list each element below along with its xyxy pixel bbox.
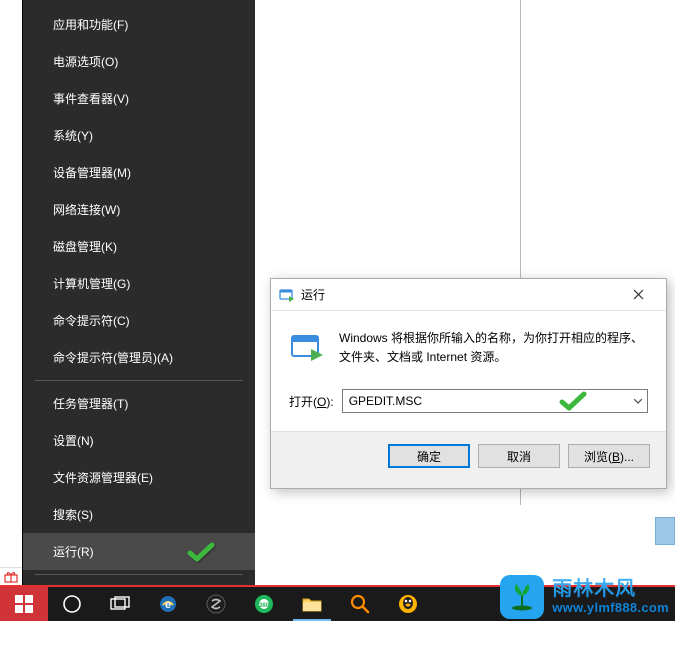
watermark-icon <box>500 575 544 619</box>
dialog-body: Windows 将根据你所输入的名称，为你打开相应的程序、文件夹、文档或 Int… <box>271 311 666 389</box>
menu-item-command-prompt[interactable]: 命令提示符(C) <box>23 302 255 339</box>
dialog-description: Windows 将根据你所输入的名称，为你打开相应的程序、文件夹、文档或 Int… <box>339 329 648 367</box>
dialog-title: 运行 <box>301 286 618 303</box>
menu-label: 设备管理器(M) <box>53 166 131 180</box>
winx-context-menu: 应用和功能(F) 电源选项(O) 事件查看器(V) 系统(Y) 设备管理器(M)… <box>22 0 255 585</box>
svg-text:e: e <box>165 599 171 611</box>
menu-item-device-manager[interactable]: 设备管理器(M) <box>23 154 255 191</box>
green-check-icon <box>187 542 215 562</box>
taskbar-pin-everything[interactable] <box>336 587 384 621</box>
menu-label: 系统(Y) <box>53 129 93 143</box>
menu-item-disk-management[interactable]: 磁盘管理(K) <box>23 228 255 265</box>
menu-item-task-manager[interactable]: 任务管理器(T) <box>23 385 255 422</box>
menu-item-file-explorer[interactable]: 文件资源管理器(E) <box>23 459 255 496</box>
svg-text:360: 360 <box>259 603 270 609</box>
open-label: 打开(O): <box>289 393 334 410</box>
watermark-logo: 雨林木风 www.ylmf888.com <box>500 575 669 619</box>
menu-separator <box>35 380 243 381</box>
dialog-footer: 确定 取消 浏览(B)... <box>271 431 666 480</box>
run-dialog: 运行 Windows 将根据你所输入的名称，为你打开相应的程序、文件夹、文档或 … <box>270 278 667 489</box>
dialog-input-row: 打开(O): <box>271 389 666 431</box>
menu-label: 网络连接(W) <box>53 203 120 217</box>
menu-item-network-connections[interactable]: 网络连接(W) <box>23 191 255 228</box>
taskbar-pin-360[interactable]: 360 <box>240 587 288 621</box>
menu-item-event-viewer[interactable]: 事件查看器(V) <box>23 80 255 117</box>
menu-label: 运行(R) <box>53 545 94 559</box>
menu-label: 电源选项(O) <box>53 55 118 69</box>
menu-label: 事件查看器(V) <box>53 92 129 106</box>
dialog-titlebar[interactable]: 运行 <box>271 279 666 311</box>
menu-label: 桌面(D) <box>53 637 94 651</box>
watermark-url: www.ylmf888.com <box>552 601 669 616</box>
chevron-down-icon[interactable] <box>629 390 647 412</box>
menu-separator <box>35 574 243 575</box>
task-view-button[interactable] <box>96 587 144 621</box>
menu-label: 搜索(S) <box>53 508 93 522</box>
menu-label: 任务管理器(T) <box>53 397 128 411</box>
menu-item-apps-features[interactable]: 应用和功能(F) <box>23 6 255 43</box>
menu-item-search[interactable]: 搜索(S) <box>23 496 255 533</box>
cancel-button[interactable]: 取消 <box>478 444 560 468</box>
green-check-icon <box>559 391 587 411</box>
menu-label: 应用和功能(F) <box>53 18 128 32</box>
menu-item-run[interactable]: 运行(R) <box>23 533 255 570</box>
menu-label: 命令提示符(C) <box>53 314 130 328</box>
close-button[interactable] <box>618 281 658 309</box>
browse-button[interactable]: 浏览(B)... <box>568 444 650 468</box>
menu-label: 命令提示符(管理员)(A) <box>53 351 173 365</box>
run-dialog-icon <box>289 329 325 365</box>
watermark-text: 雨林木风 www.ylmf888.com <box>552 578 669 616</box>
tray-gift-icon <box>0 567 22 585</box>
taskbar-pin-explorer[interactable] <box>288 587 336 621</box>
menu-label: 文件资源管理器(E) <box>53 471 153 485</box>
taskbar-pin-sogou[interactable] <box>192 587 240 621</box>
menu-item-command-prompt-admin[interactable]: 命令提示符(管理员)(A) <box>23 339 255 376</box>
menu-label: 磁盘管理(K) <box>53 240 117 254</box>
taskbar-pin-qq[interactable] <box>384 587 432 621</box>
menu-label: 设置(N) <box>53 434 94 448</box>
start-button[interactable] <box>0 587 48 621</box>
taskbar-pin-ie[interactable]: e <box>144 587 192 621</box>
menu-item-settings[interactable]: 设置(N) <box>23 422 255 459</box>
menu-item-desktop[interactable]: 桌面(D) <box>23 625 255 662</box>
open-input-combo[interactable] <box>342 389 648 413</box>
menu-item-system[interactable]: 系统(Y) <box>23 117 255 154</box>
partial-blue-panel <box>655 517 675 545</box>
menu-item-computer-management[interactable]: 计算机管理(G) <box>23 265 255 302</box>
ok-button[interactable]: 确定 <box>388 444 470 468</box>
watermark-brand-name: 雨林木风 <box>552 578 669 601</box>
cortana-button[interactable] <box>48 587 96 621</box>
menu-label: 计算机管理(G) <box>53 277 130 291</box>
menu-item-power-options[interactable]: 电源选项(O) <box>23 43 255 80</box>
run-title-icon <box>279 287 295 303</box>
